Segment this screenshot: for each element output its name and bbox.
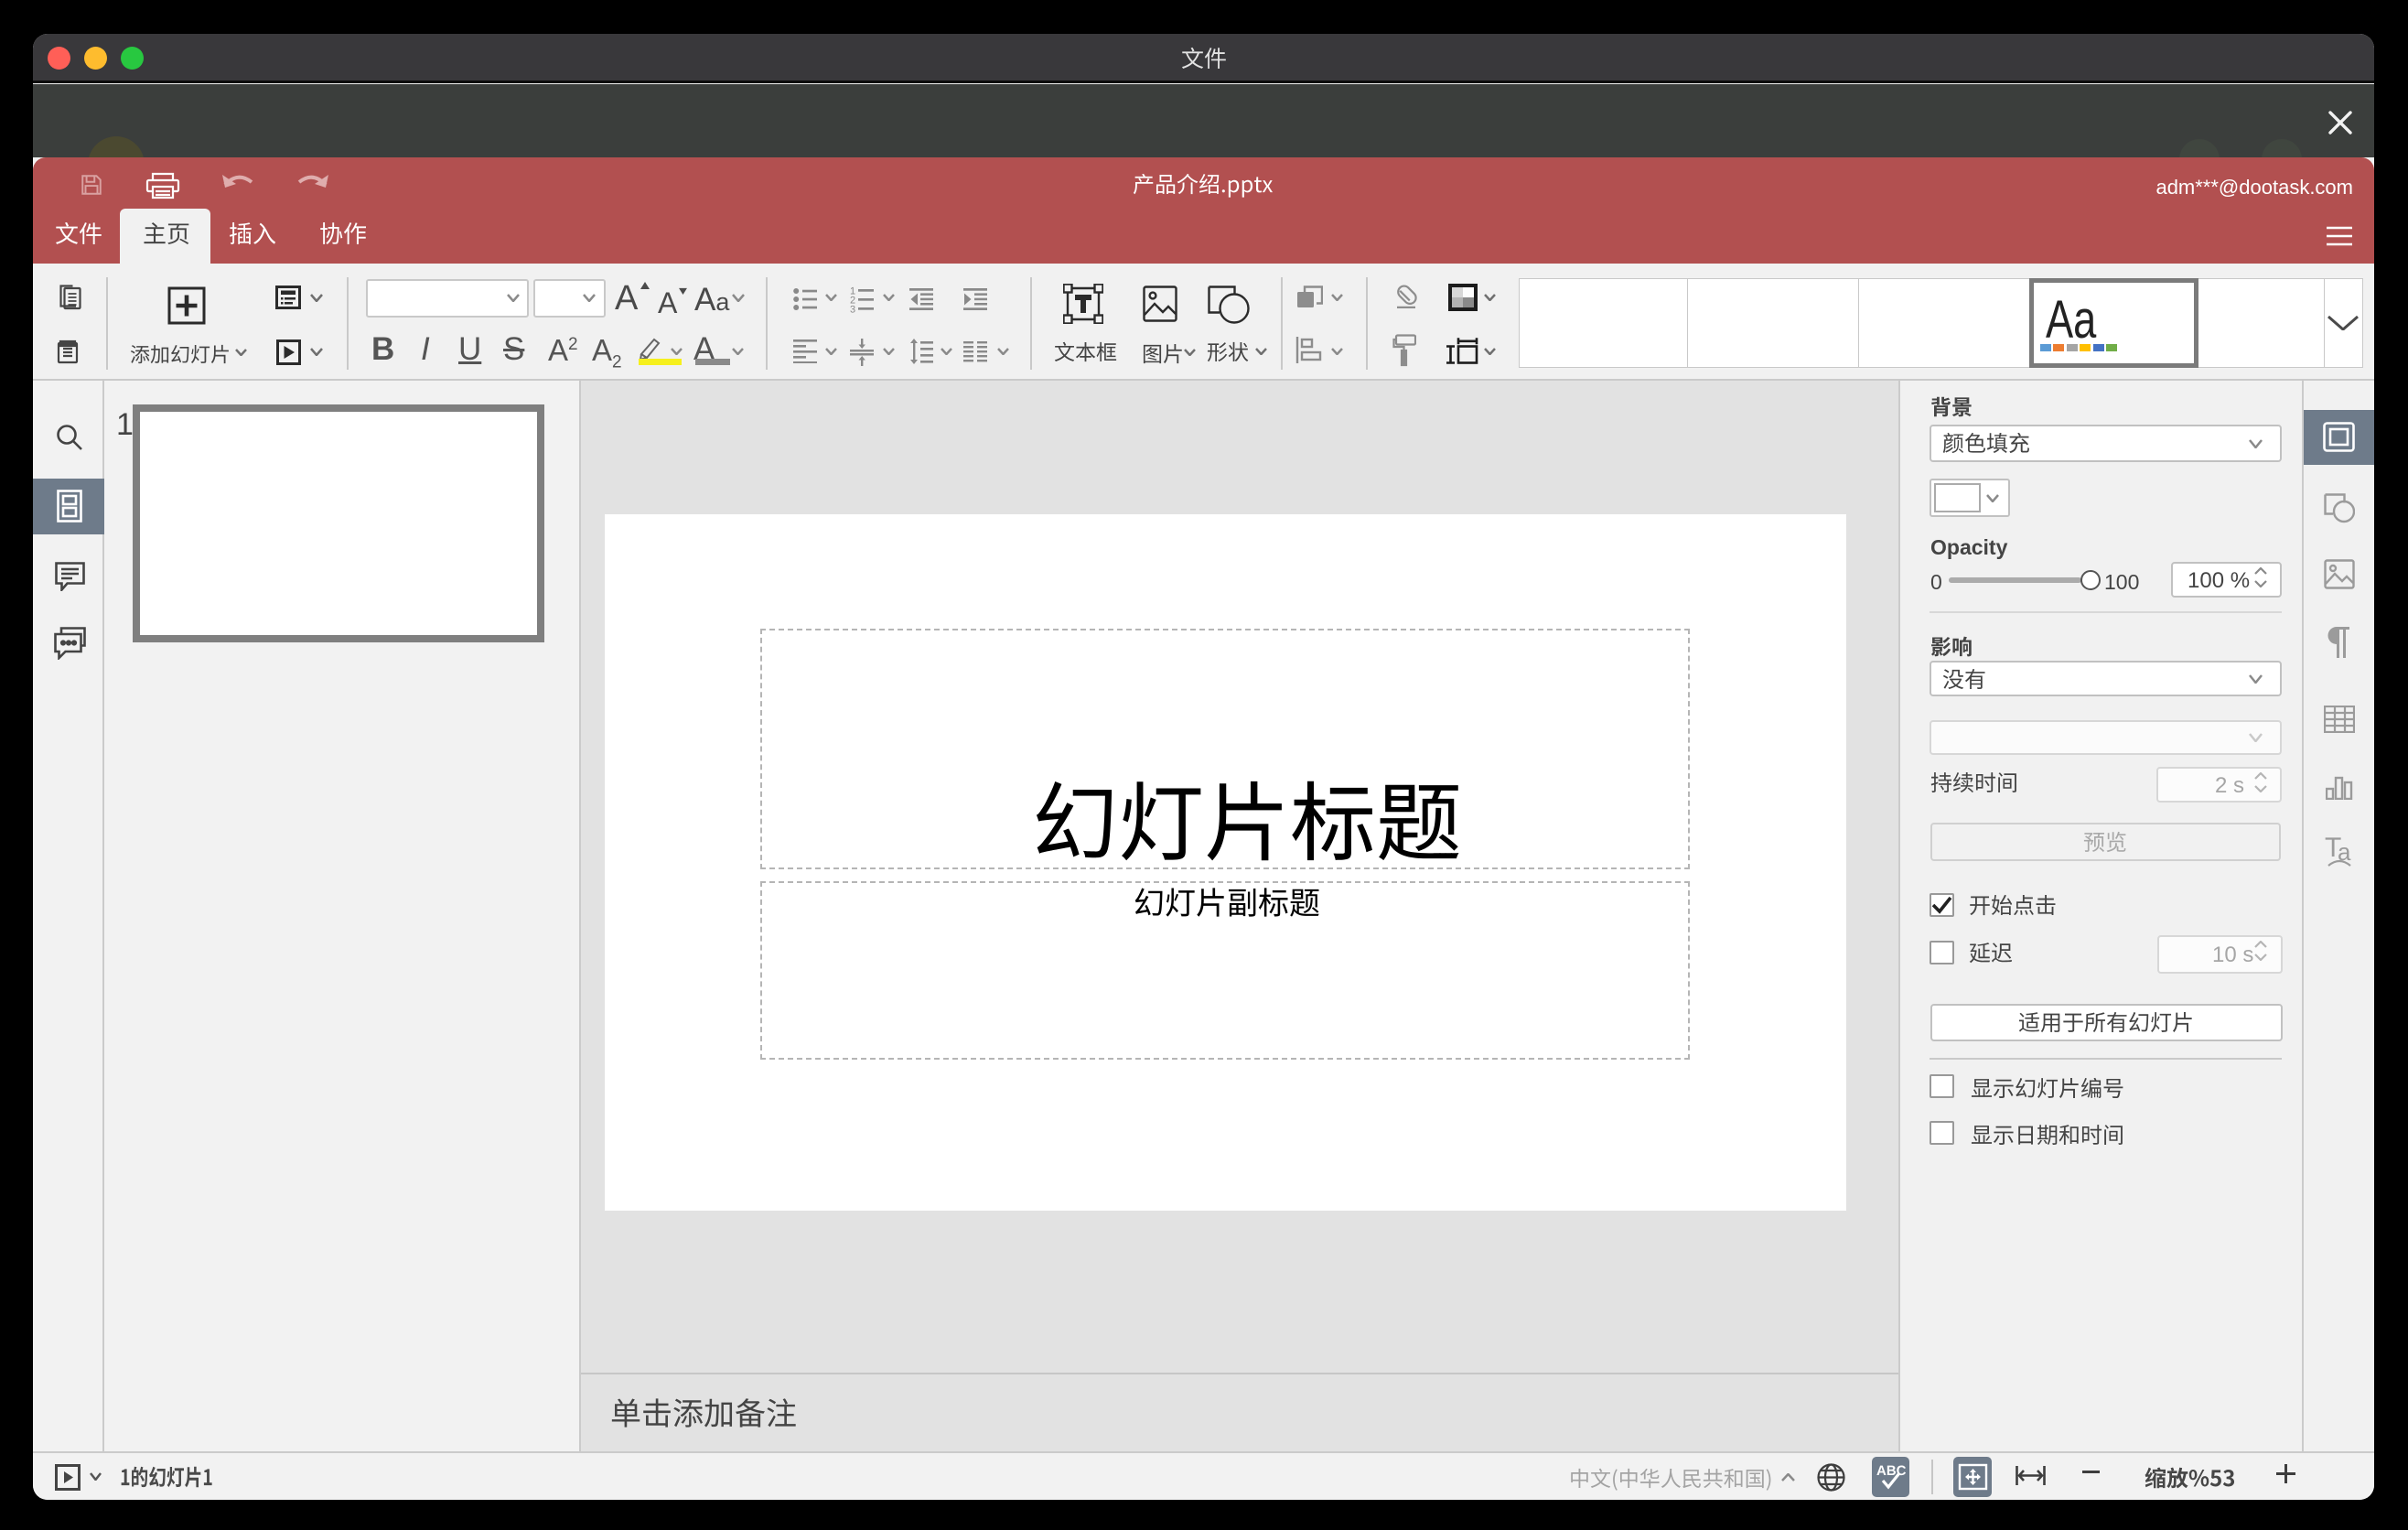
svg-text:3: 3 [850,305,855,314]
svg-text:ABC: ABC [1876,1463,1907,1479]
